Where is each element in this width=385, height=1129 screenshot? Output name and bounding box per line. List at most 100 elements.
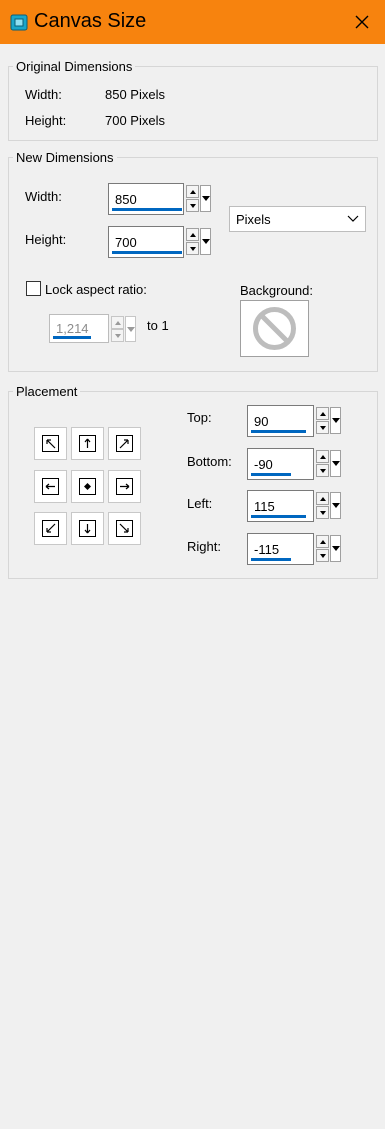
- left-offset-input[interactable]: 115: [247, 490, 314, 522]
- top-offset-label: Top:: [187, 410, 212, 425]
- center-dot-icon: [84, 483, 91, 490]
- top-offset-input[interactable]: 90: [247, 405, 314, 437]
- placement-center-button[interactable]: [71, 470, 104, 503]
- placement-top-right-button[interactable]: [108, 427, 141, 460]
- aspect-ratio-value: 1,214: [56, 321, 89, 336]
- original-width-label: Width:: [25, 87, 62, 102]
- chevron-down-icon: [189, 246, 196, 251]
- new-width-value: 850: [115, 192, 137, 207]
- chevron-up-icon: [189, 189, 196, 194]
- arrow-up-right-icon: [119, 439, 129, 449]
- chevron-up-icon: [319, 496, 326, 501]
- new-height-input[interactable]: 700: [108, 226, 184, 258]
- bottom-offset-increment[interactable]: [316, 450, 329, 463]
- right-offset-input[interactable]: -115: [247, 533, 314, 565]
- bottom-offset-input[interactable]: -90: [247, 448, 314, 480]
- aspect-ratio-decrement[interactable]: [111, 329, 124, 342]
- new-width-input[interactable]: 850: [108, 183, 184, 215]
- aspect-ratio-underline: [53, 336, 91, 339]
- title-bar: Canvas Size: [0, 0, 385, 44]
- arrow-up-left-icon: [46, 439, 56, 449]
- new-width-dropdown[interactable]: [200, 185, 211, 212]
- bottom-offset-dropdown[interactable]: [330, 450, 341, 477]
- top-offset-increment[interactable]: [316, 407, 329, 420]
- lock-aspect-ratio-label[interactable]: Lock aspect ratio:: [45, 282, 147, 297]
- aspect-ratio-dropdown[interactable]: [125, 316, 136, 342]
- right-offset-decrement[interactable]: [316, 549, 329, 562]
- new-height-dropdown[interactable]: [200, 228, 211, 255]
- new-height-label: Height:: [25, 232, 67, 247]
- chevron-up-icon: [319, 539, 326, 544]
- lock-aspect-ratio-checkbox[interactable]: [26, 281, 41, 296]
- original-height-value: 700 Pixels: [105, 113, 165, 128]
- left-offset-decrement[interactable]: [316, 506, 329, 519]
- caret-down-icon: [331, 546, 340, 551]
- placement-bottom-left-button[interactable]: [34, 512, 67, 545]
- new-height-value: 700: [115, 235, 137, 250]
- left-offset-increment[interactable]: [316, 492, 329, 505]
- original-dimensions-group: [8, 66, 378, 141]
- chevron-up-icon: [189, 232, 196, 237]
- caret-down-icon: [331, 461, 340, 466]
- new-width-increment[interactable]: [186, 185, 199, 198]
- arrow-right-icon: [120, 483, 130, 490]
- caret-down-icon: [331, 503, 340, 508]
- right-offset-label: Right:: [187, 539, 221, 554]
- right-offset-increment[interactable]: [316, 535, 329, 548]
- canvas-size-app-icon: [10, 14, 28, 31]
- caret-down-icon: [201, 196, 210, 201]
- new-height-increment[interactable]: [186, 228, 199, 241]
- placement-top-center-button[interactable]: [71, 427, 104, 460]
- caret-down-icon: [331, 418, 340, 423]
- background-label: Background:: [240, 283, 313, 298]
- aspect-ratio-input[interactable]: 1,214: [49, 314, 109, 343]
- new-height-decrement[interactable]: [186, 242, 199, 255]
- new-height-underline: [112, 251, 182, 254]
- chevron-down-icon: [319, 425, 326, 430]
- bottom-offset-value: -90: [254, 457, 273, 472]
- no-symbol-icon: [253, 307, 296, 350]
- new-width-underline: [112, 208, 182, 211]
- placement-bottom-right-button[interactable]: [108, 512, 141, 545]
- chevron-down-icon: [114, 333, 121, 338]
- left-offset-label: Left:: [187, 496, 213, 511]
- new-width-decrement[interactable]: [186, 199, 199, 212]
- ratio-suffix-label: to 1: [147, 318, 169, 333]
- chevron-down-icon: [347, 215, 359, 222]
- original-dimensions-label: Original Dimensions: [13, 59, 136, 74]
- right-offset-dropdown[interactable]: [330, 535, 341, 562]
- top-offset-value: 90: [254, 414, 269, 429]
- units-selected-value: Pixels: [236, 212, 271, 227]
- placement-middle-right-button[interactable]: [108, 470, 141, 503]
- left-offset-underline: [251, 515, 306, 518]
- right-offset-spinner: [316, 534, 342, 1129]
- chevron-down-icon: [189, 203, 196, 208]
- bottom-offset-decrement[interactable]: [316, 464, 329, 477]
- left-offset-value: 115: [254, 499, 275, 514]
- chevron-up-icon: [319, 411, 326, 416]
- placement-middle-left-button[interactable]: [34, 470, 67, 503]
- top-offset-dropdown[interactable]: [330, 407, 341, 434]
- background-color-swatch[interactable]: [240, 300, 309, 357]
- original-height-label: Height:: [25, 113, 67, 128]
- caret-down-icon: [126, 326, 135, 332]
- left-offset-dropdown[interactable]: [330, 492, 341, 519]
- bottom-offset-label: Bottom:: [187, 454, 232, 469]
- units-select[interactable]: Pixels: [229, 206, 366, 232]
- chevron-down-icon: [319, 510, 326, 515]
- chevron-down-icon: [319, 468, 326, 473]
- top-offset-underline: [251, 430, 306, 433]
- bottom-offset-underline: [251, 473, 291, 476]
- arrow-down-left-icon: [46, 523, 56, 533]
- placement-bottom-center-button[interactable]: [71, 512, 104, 545]
- aspect-ratio-spinner: [111, 316, 137, 342]
- close-button[interactable]: [347, 8, 377, 36]
- chevron-up-icon: [114, 320, 121, 325]
- arrow-down-icon: [84, 524, 91, 534]
- placement-top-left-button[interactable]: [34, 427, 67, 460]
- top-offset-decrement[interactable]: [316, 421, 329, 434]
- chevron-down-icon: [319, 553, 326, 558]
- arrow-up-icon: [84, 438, 91, 448]
- caret-down-icon: [201, 239, 210, 244]
- aspect-ratio-increment[interactable]: [111, 316, 124, 329]
